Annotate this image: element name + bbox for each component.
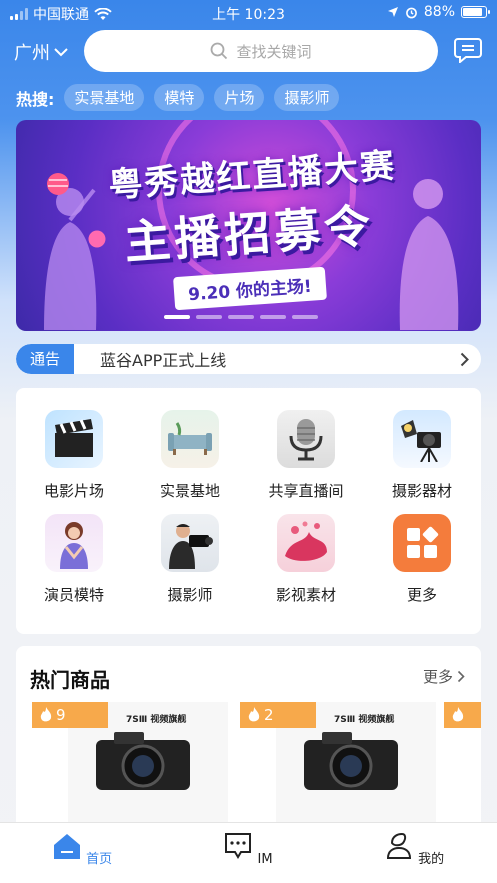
promo-banner[interactable]: 粤秀越红直播大赛 主播招募令 9.20 你的主场! [16, 120, 481, 331]
clapperboard-icon [45, 410, 103, 468]
heat-count: 2 [264, 706, 274, 724]
singer-silhouette-left [44, 188, 97, 330]
tab-im[interactable]: IM [208, 831, 288, 867]
model-icon [45, 514, 103, 572]
chevron-right-icon [457, 670, 465, 683]
category-label: 摄影师 [167, 586, 213, 604]
living-room-icon [161, 410, 219, 468]
user-icon [386, 832, 411, 859]
category-label: 电影片场 [43, 482, 104, 500]
category-item[interactable]: 电影片场 [16, 410, 132, 501]
category-item[interactable]: 摄影师 [132, 514, 248, 605]
heat-badge: 9 [32, 702, 108, 728]
category-label: 共享直播间 [268, 482, 344, 500]
hot-search-label: 热搜: [16, 89, 55, 109]
product-card-partial[interactable] [444, 702, 481, 728]
videographer-icon [161, 514, 219, 572]
search-bar[interactable]: 查找关键词 [84, 30, 438, 72]
tab-label: 我的 [418, 852, 445, 867]
tab-label: 首页 [86, 852, 113, 867]
notice-text: 蓝谷APP正式上线 [100, 351, 227, 370]
camera-product-image [304, 732, 398, 790]
fire-icon [452, 707, 464, 722]
category-item[interactable]: 摄影器材 [364, 410, 480, 501]
city-selector[interactable]: 广州 [14, 39, 68, 65]
product-card[interactable]: 7SⅢ 视频旗舰 9 [32, 702, 228, 842]
hot-search-tag[interactable]: 摄影师 [274, 84, 340, 111]
pagination-dot[interactable] [260, 315, 286, 319]
category-item[interactable]: 演员模特 [16, 514, 132, 605]
category-grid: 电影片场 实景基地 共享直播间 摄影器材 演员模特 摄影师 影视素材 更多 [16, 388, 481, 634]
camera-product-image [96, 732, 190, 790]
notice-tag: 通告 [16, 344, 75, 374]
hot-search-tag[interactable]: 模特 [154, 84, 205, 111]
product-header-text: 7SⅢ 视频旗舰 [334, 715, 395, 725]
pagination-dot[interactable] [196, 315, 222, 319]
chevron-right-icon [460, 352, 469, 366]
category-item[interactable]: 更多 [364, 514, 480, 605]
location-arrow-icon [387, 7, 398, 17]
tab-home[interactable]: 首页 [42, 831, 122, 867]
hot-goods-section: 热门商品 更多 7SⅢ 视频旗舰 9 7SⅢ 视频旗舰 2 [16, 646, 481, 846]
ball-decoration [88, 230, 106, 248]
chevron-down-icon [54, 47, 68, 56]
splash-icon [277, 514, 335, 572]
product-card[interactable]: 7SⅢ 视频旗舰 2 [240, 702, 436, 842]
category-label: 演员模特 [43, 586, 104, 604]
pagination-dot[interactable] [164, 315, 190, 319]
product-header-text: 7SⅢ 视频旗舰 [126, 715, 187, 725]
more-link[interactable]: 更多 [423, 666, 465, 687]
microphone-icon [277, 410, 335, 468]
city-name: 广州 [14, 43, 50, 64]
category-label: 影视素材 [275, 586, 336, 604]
ball-decoration [47, 173, 69, 195]
alarm-icon [405, 7, 417, 18]
hot-search-tag[interactable]: 片场 [214, 84, 265, 111]
category-label: 更多 [406, 586, 437, 604]
pagination-dot[interactable] [292, 315, 318, 319]
banner-slogan: 9.20 你的主场! [173, 266, 327, 311]
banner-pagination [164, 315, 318, 319]
search-icon [211, 42, 228, 60]
notice-bar[interactable]: 通告 蓝谷APP正式上线 [16, 344, 481, 374]
category-label: 摄影器材 [391, 482, 452, 500]
search-placeholder: 查找关键词 [236, 42, 312, 61]
battery-icon [461, 6, 490, 18]
more-label: 更多 [422, 668, 453, 686]
category-item[interactable]: 影视素材 [248, 514, 364, 605]
home-icon [53, 834, 80, 859]
category-item[interactable]: 实景基地 [132, 410, 248, 501]
pagination-dot[interactable] [228, 315, 254, 319]
category-item[interactable]: 共享直播间 [248, 410, 364, 501]
battery-percent: 88% [423, 4, 455, 20]
camera-equipment-icon [393, 410, 451, 468]
hot-search: 热搜: 实景基地 模特 片场 摄影师 [16, 84, 340, 111]
tab-mine[interactable]: 我的 [374, 831, 454, 867]
singer-silhouette-right [399, 179, 459, 330]
section-title: 热门商品 [30, 668, 110, 692]
heat-count: 9 [56, 706, 66, 724]
more-grid-icon [393, 514, 451, 572]
fire-icon [248, 707, 260, 722]
fire-icon [40, 707, 52, 722]
hot-search-tag[interactable]: 实景基地 [64, 84, 145, 111]
message-icon[interactable] [454, 37, 482, 63]
category-label: 实景基地 [159, 482, 220, 500]
header: 广州 查找关键词 [0, 28, 497, 74]
chat-icon [225, 833, 252, 859]
status-bar: 中国联通 上午 10:23 88% [0, 0, 497, 26]
tab-bar: 首页 IM 我的 [0, 822, 497, 883]
heat-badge: 2 [240, 702, 316, 728]
tab-label: IM [257, 852, 273, 867]
